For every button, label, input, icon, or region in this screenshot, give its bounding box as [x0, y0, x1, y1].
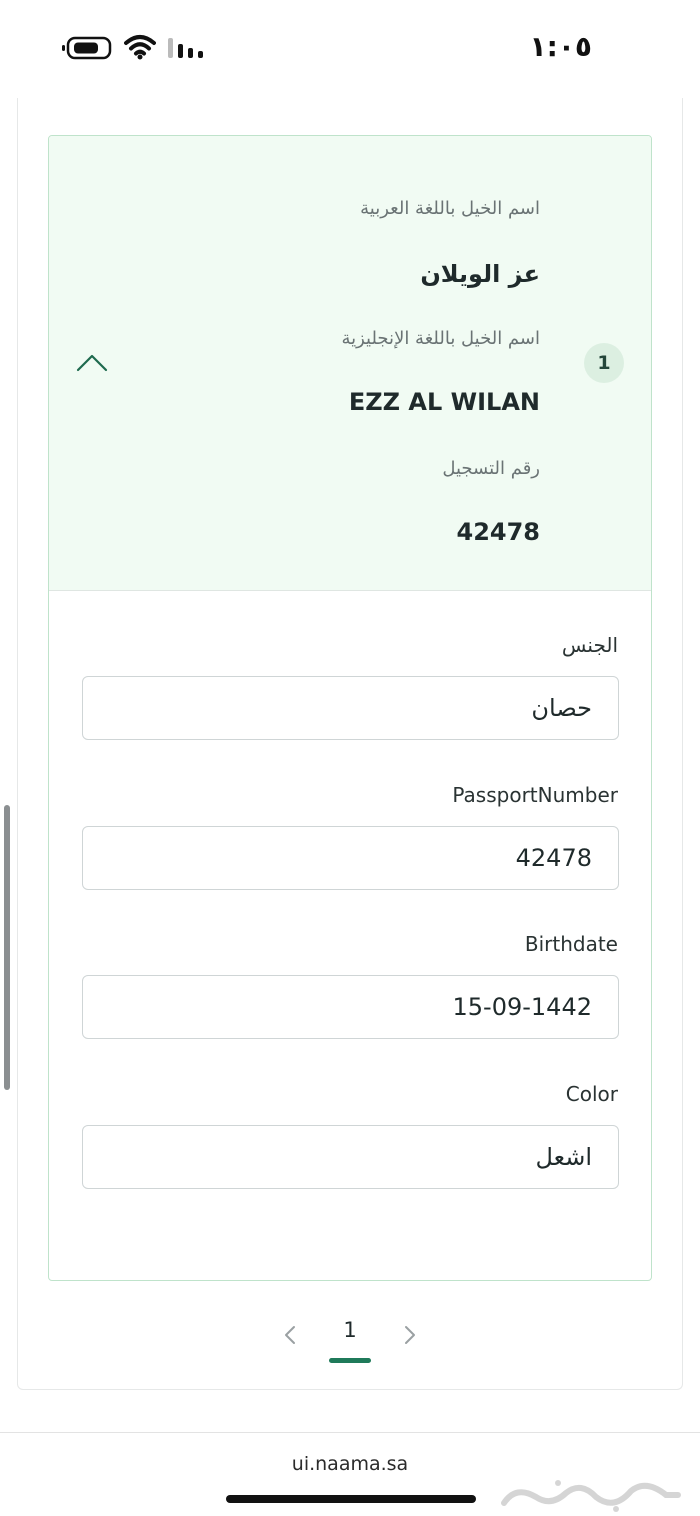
passport-number-label: PassportNumber — [452, 783, 618, 807]
haraj-watermark-logo — [501, 1480, 681, 1512]
chevron-right-icon[interactable] — [400, 1324, 420, 1346]
battery-icon — [62, 36, 112, 60]
chevron-left-icon[interactable] — [280, 1324, 300, 1346]
page-number-current[interactable]: 1 — [330, 1318, 370, 1342]
accordion-header[interactable]: اسم الخيل باللغة العربية عز الويلان اسم … — [49, 136, 651, 591]
color-label: Color — [565, 1082, 618, 1106]
page-active-indicator — [329, 1358, 371, 1363]
arabic-name-value: عز الويلان — [420, 260, 540, 288]
registration-number-value: 42478 — [456, 518, 541, 546]
cellular-signal-icon — [168, 38, 203, 58]
status-bar: ١:٠٥ — [0, 0, 700, 96]
browser-url-bar: ui.naama.sa — [0, 1432, 700, 1516]
birthdate-label: Birthdate — [524, 932, 618, 956]
status-time: ١:٠٥ — [529, 30, 592, 63]
registration-number-label: رقم التسجيل — [442, 458, 540, 479]
color-field[interactable] — [82, 1125, 619, 1189]
pagination: 1 — [0, 1310, 700, 1370]
screen: ١:٠٥ اسم الخيل باللغة العربية عز الويلان… — [0, 0, 700, 1516]
url-text[interactable]: ui.naama.sa — [0, 1453, 700, 1475]
chevron-up-icon[interactable] — [75, 348, 109, 378]
arabic-name-label: اسم الخيل باللغة العربية — [360, 198, 540, 219]
wifi-icon — [124, 35, 156, 60]
scrollbar[interactable] — [4, 805, 10, 1090]
english-name-label: اسم الخيل باللغة الإنجليزية — [341, 328, 540, 349]
english-name-value: EZZ AL WILAN — [348, 388, 540, 416]
gender-field[interactable] — [82, 676, 619, 740]
gender-label: الجنس — [561, 633, 618, 657]
item-index-badge: 1 — [584, 343, 624, 383]
horse-accordion-item: اسم الخيل باللغة العربية عز الويلان اسم … — [48, 135, 652, 1281]
birthdate-field[interactable] — [82, 975, 619, 1039]
home-indicator[interactable] — [226, 1495, 476, 1503]
passport-number-field[interactable] — [82, 826, 619, 890]
